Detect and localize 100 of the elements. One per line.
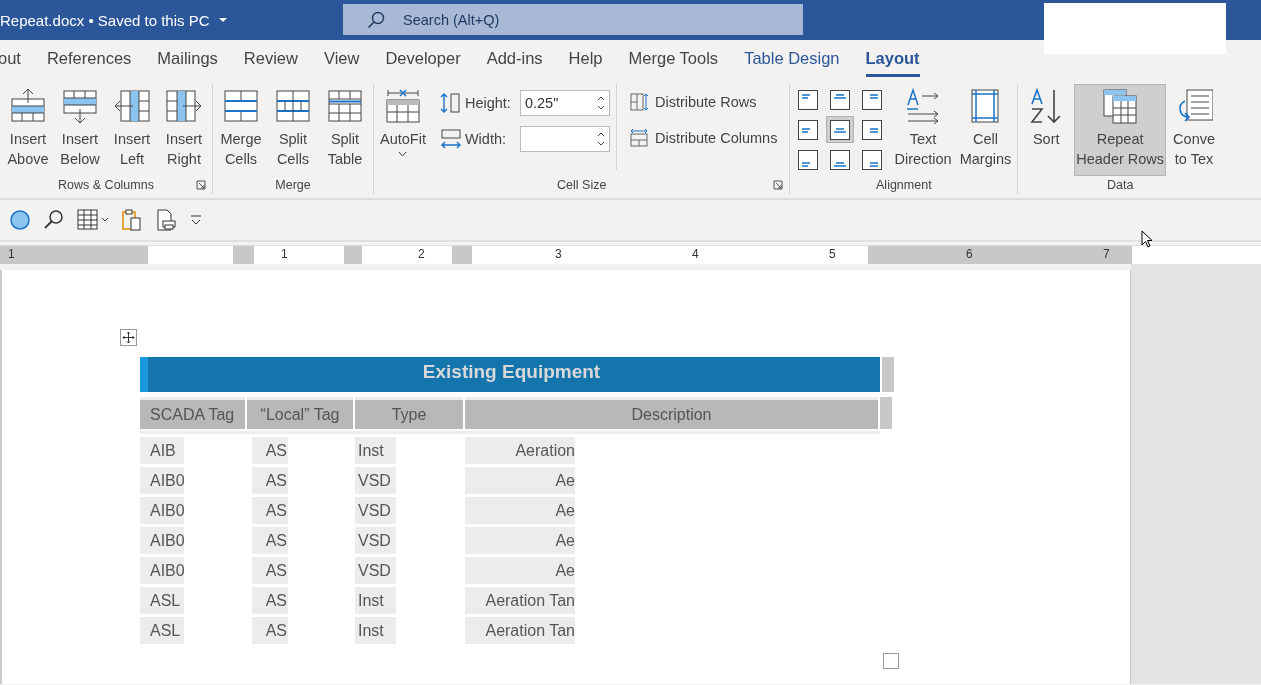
group-label: Data: [1106, 178, 1134, 192]
distribute-columns-icon: [628, 128, 649, 148]
field-label: Width:: [464, 131, 508, 147]
table-icon: [326, 87, 364, 125]
ribbon-button[interactable]: Text Direction: [892, 84, 954, 176]
ruler-number: 1: [8, 247, 15, 261]
ruler-number: 2: [418, 247, 425, 261]
table-cell: Inst: [355, 617, 396, 644]
column-header: SCADA Tag: [140, 397, 245, 429]
distribute-button[interactable]: Distribute Rows: [626, 90, 780, 114]
table-cell: Aeration Tan: [465, 617, 575, 644]
caret-icon: [398, 151, 408, 157]
column-header: Description: [465, 397, 878, 429]
table-cell: AS: [252, 497, 288, 524]
table-cell: AIB: [140, 437, 184, 464]
search-icon: [367, 10, 385, 29]
ribbon-button[interactable]: Repeat Header Rows: [1074, 84, 1167, 176]
search-icon[interactable]: [43, 209, 65, 231]
table-cell: VSD: [355, 467, 396, 494]
column-marker[interactable]: [344, 246, 362, 264]
ruler-number: 3: [555, 247, 562, 261]
ruler-number: 5: [829, 247, 836, 261]
ribbon-button[interactable]: Insert Left: [108, 84, 156, 176]
align-button[interactable]: [826, 116, 855, 143]
ribbon-tab[interactable]: Review: [243, 43, 298, 77]
field-label: Height:: [464, 95, 512, 111]
distribute-rows-icon: [628, 92, 649, 112]
table-icon: [222, 87, 260, 125]
table-cell: Aeration Tan: [465, 587, 575, 614]
ribbon-button[interactable]: Cell Margins: [957, 84, 1014, 176]
ribbon-button[interactable]: Split Table: [321, 84, 369, 176]
search-field[interactable]: Search (Alt+Q): [343, 4, 803, 35]
dialog-launcher-icon[interactable]: [196, 180, 206, 190]
ribbon-button[interactable]: Insert Below: [56, 84, 104, 176]
table-icon[interactable]: [77, 209, 109, 231]
ribbon-tab[interactable]: Developer: [385, 43, 461, 77]
group-label: Cell Size: [557, 178, 607, 192]
move-handle-icon[interactable]: [120, 329, 137, 346]
dialog-launcher-icon[interactable]: [773, 180, 784, 190]
ribbon-tab[interactable]: Add-ins: [486, 43, 543, 77]
table-cell: AS: [252, 467, 288, 494]
table-cell: Aeration: [465, 437, 575, 464]
spinner-icon[interactable]: [596, 130, 605, 148]
print-preview-icon[interactable]: [155, 209, 177, 231]
table-cell: Inst: [355, 587, 396, 614]
column-width-icon: [439, 128, 462, 150]
table-cell: Ae: [465, 557, 575, 584]
column-header: “Local” Tag: [247, 397, 353, 429]
table-cell: AS: [252, 617, 288, 644]
row-end-marker: [880, 397, 892, 429]
ribbon-button[interactable]: Merge Cells: [217, 84, 265, 176]
table-cell: Ae: [465, 527, 575, 554]
table-cell: AS: [252, 557, 288, 584]
ribbon-button[interactable]: Insert Above: [4, 84, 52, 176]
ruler-number: 1: [281, 247, 288, 261]
ribbon-tab[interactable]: View: [323, 43, 360, 77]
ribbon-tab[interactable]: Layout: [865, 43, 920, 77]
ribbon-button[interactable]: Insert Right: [160, 84, 208, 176]
resize-handle[interactable]: [883, 653, 899, 669]
table-icon: [9, 87, 47, 125]
clipboard-icon[interactable]: [121, 209, 143, 231]
ribbon-button[interactable]: Split Cells: [269, 84, 317, 176]
table-cell: Ae: [465, 467, 575, 494]
table-cell: AIB0: [140, 557, 184, 584]
ribbon-tab[interactable]: Help: [568, 43, 603, 77]
group-label: Rows & Columns: [58, 178, 154, 192]
table-icon: [274, 87, 312, 125]
customize-icon[interactable]: [189, 213, 203, 227]
ruler-number: 6: [966, 247, 973, 261]
table-cell: Ae: [465, 497, 575, 524]
circle-icon[interactable]: [9, 209, 31, 231]
ribbon-button[interactable]: Sort: [1022, 84, 1071, 176]
caret-icon[interactable]: [217, 17, 228, 23]
column-marker[interactable]: [233, 246, 254, 264]
ribbon-tab[interactable]: Mailings: [157, 43, 218, 77]
table-cell: ASL: [140, 617, 184, 644]
ribbon-tab[interactable]: References: [46, 43, 132, 77]
spin-field[interactable]: 0.25": [519, 90, 610, 116]
table-icon: [113, 87, 151, 125]
document-title: Repeat.docx • Saved to this PC: [0, 11, 210, 29]
group-label: Alignment: [876, 178, 932, 192]
ribbon-tab[interactable]: Table Design: [744, 43, 840, 77]
ribbon-button[interactable]: Conve to Tex: [1170, 84, 1219, 176]
ruler-number: 4: [692, 247, 699, 261]
row-height-icon: [439, 92, 462, 114]
table-cell: AS: [252, 437, 288, 464]
ribbon-tab[interactable]: Merge Tools: [628, 43, 719, 77]
distribute-button[interactable]: Distribute Columns: [626, 126, 780, 150]
table-cell: Inst: [355, 437, 396, 464]
ribbon-button[interactable]: AutoFit: [378, 84, 428, 176]
table-cell: AS: [252, 587, 288, 614]
table-title: Existing Equipment: [140, 357, 880, 392]
table-cell: AS: [252, 527, 288, 554]
spin-field[interactable]: [519, 126, 610, 152]
column-marker[interactable]: [452, 246, 472, 264]
column-header: Type: [355, 397, 463, 429]
table-cell: VSD: [355, 557, 396, 584]
table-cell: AIB0: [140, 467, 184, 494]
spinner-icon[interactable]: [596, 94, 605, 112]
table-icon: [61, 87, 99, 125]
